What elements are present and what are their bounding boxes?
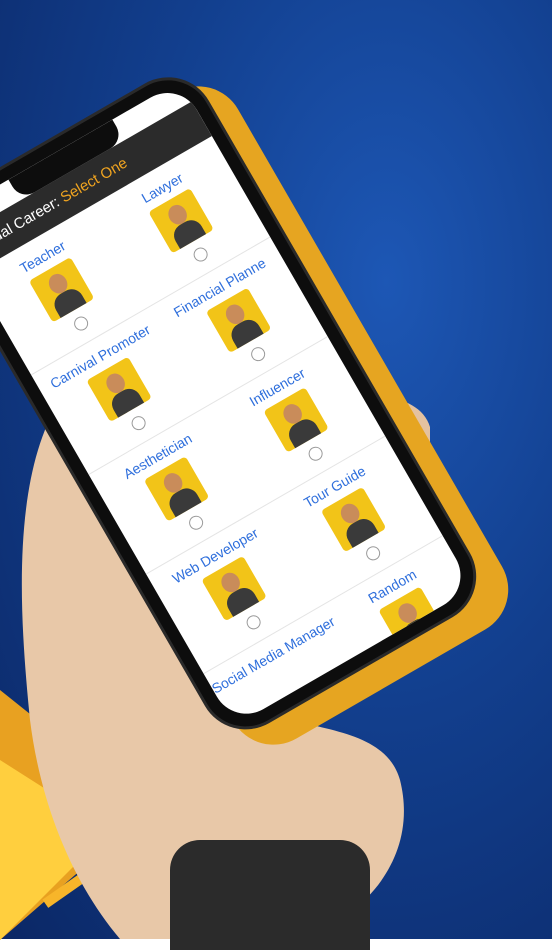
radio-button[interactable]: [71, 313, 91, 334]
radio-button[interactable]: [306, 444, 326, 464]
scene: Virtual Career: Select One Teacher Lawye…: [0, 0, 552, 950]
radio-button[interactable]: [248, 344, 268, 364]
radio-button[interactable]: [129, 413, 149, 433]
radio-button[interactable]: [363, 543, 383, 563]
radio-button[interactable]: [191, 244, 211, 265]
watch-strap: [170, 840, 370, 950]
radio-button[interactable]: [186, 513, 206, 533]
radio-button[interactable]: [244, 612, 264, 632]
